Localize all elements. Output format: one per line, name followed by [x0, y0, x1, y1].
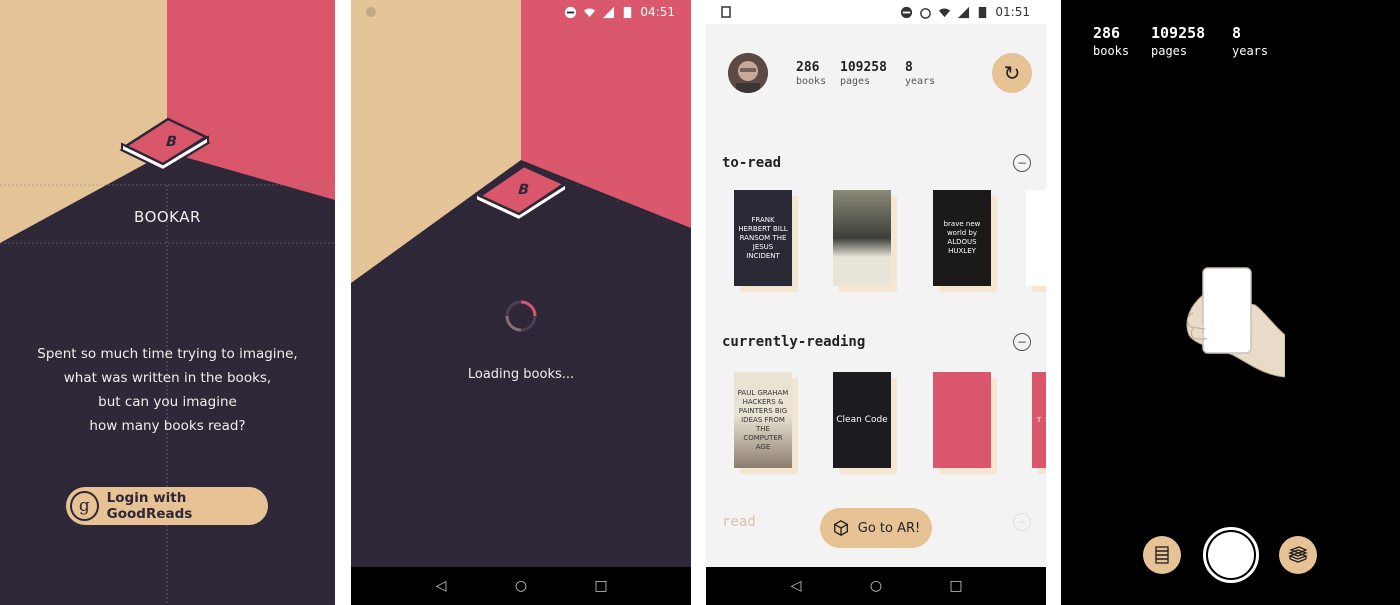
books-label: books [1093, 44, 1130, 58]
books-count: 286 [1093, 24, 1121, 42]
alarm-icon [920, 7, 932, 19]
wifi-icon [939, 8, 951, 17]
dnd-icon [565, 6, 577, 18]
nav-bar: ◁ ○ □ [706, 567, 1046, 605]
book-title: FRANK HERBERT BILL RANSOM THE JESUS INCI… [738, 215, 788, 260]
library-screen: 01:51 286 books 109258 pages 8 years ↻ t… [706, 0, 1046, 605]
book-cover[interactable]: FRANK HERBERT BILL RANSOM THE JESUS INCI… [734, 190, 792, 286]
home-nav-icon[interactable]: ○ [511, 578, 531, 594]
years-label: years [1232, 44, 1269, 58]
books-pile-button[interactable] [1279, 536, 1317, 574]
nav-bar: ◁ ○ □ [351, 567, 691, 605]
book-cover[interactable]: T [1032, 372, 1046, 468]
signal-icon [603, 6, 615, 18]
book-title: brave new world by ALDOUS HUXLEY [943, 220, 981, 255]
hand-holding-phone-icon [1186, 267, 1285, 378]
avatar[interactable] [728, 53, 768, 93]
tagline-line: what was written in the books, [63, 370, 272, 386]
section-title-read: read [722, 514, 756, 530]
recents-nav-icon[interactable]: □ [946, 578, 966, 594]
stat-years: 8 years [905, 60, 935, 87]
section-title-currently-reading: currently-reading [722, 334, 866, 350]
shutter-inner [1208, 532, 1254, 578]
book-title: Clean Code [836, 414, 888, 425]
loading-spinner-icon [505, 300, 537, 332]
pages-count: 109258 [1151, 24, 1206, 42]
login-button-label: Login with GoodReads [106, 490, 193, 522]
stat-books: 286 books [796, 60, 826, 87]
book-cover[interactable]: brave new world by ALDOUS HUXLEY [933, 190, 991, 286]
book-cover[interactable]: PAUL GRAHAM HACKERS & PAINTERS BIG IDEAS… [734, 372, 792, 468]
refresh-button[interactable]: ↻ [992, 53, 1032, 93]
book-title: T [1036, 415, 1042, 424]
book-cover[interactable] [933, 372, 991, 468]
tagline-line: how many books read? [89, 418, 246, 434]
ar-button-label: Go to AR! [857, 520, 921, 536]
stat-pages: 109258 pages [840, 60, 887, 87]
back-nav-icon[interactable]: ◁ [431, 578, 451, 594]
book-title: PAUL GRAHAM HACKERS & PAINTERS BIG IDEAS… [737, 388, 789, 451]
section-title-to-read: to-read [722, 155, 782, 171]
refresh-icon: ↻ [1003, 61, 1021, 85]
books-label: books [796, 76, 827, 87]
tagline: Spent so much time trying to imagine, wh… [0, 342, 335, 438]
pages-label: pages [840, 76, 871, 87]
go-to-ar-button[interactable]: Go to AR! [820, 508, 932, 548]
collapse-currently-reading-icon[interactable]: − [1013, 333, 1031, 351]
app-title: BOOKAR [134, 208, 201, 226]
book-title [1034, 236, 1038, 240]
loading-screen: B 04:51 Loading books... ◁ ○ □ [351, 0, 691, 605]
dnd-icon [901, 6, 913, 18]
tagline-line: Spent so much time trying to imagine, [37, 346, 298, 362]
years-label: years [905, 76, 936, 87]
app-notification-icon [721, 6, 731, 18]
books-stack-icon [1155, 546, 1169, 564]
loading-text: Loading books... [467, 367, 575, 382]
book-title [860, 236, 864, 240]
signal-icon [958, 6, 970, 18]
ar-cube-icon [833, 520, 848, 536]
tagline-line: but can you imagine [98, 394, 237, 410]
pages-label: pages [1151, 44, 1188, 58]
collapse-to-read-icon[interactable]: − [1013, 154, 1031, 172]
status-bar: 04:51 [351, 0, 691, 24]
book-cover[interactable] [1026, 190, 1046, 286]
home-nav-icon[interactable]: ○ [866, 578, 886, 594]
books-count: 286 [796, 60, 820, 75]
status-time: 01:51 [995, 5, 1030, 19]
ar-stat-books: 286 books [1093, 24, 1129, 58]
books-stack-button[interactable] [1143, 536, 1181, 574]
wifi-icon [584, 8, 596, 17]
status-time: 04:51 [640, 5, 675, 19]
goodreads-icon: g [70, 491, 99, 521]
years-count: 8 [1232, 24, 1242, 42]
battery-icon [624, 6, 632, 18]
back-nav-icon[interactable]: ◁ [786, 578, 806, 594]
pages-count: 109258 [840, 60, 887, 75]
ar-screen: 286 books 109258 pages 8 years [1061, 0, 1400, 605]
shutter-button[interactable] [1203, 527, 1259, 583]
login-goodreads-button[interactable]: g Login with GoodReads [66, 487, 268, 525]
app-notification-icon [366, 7, 376, 17]
book-cover[interactable] [833, 190, 891, 286]
status-bar: 01:51 [706, 0, 1046, 24]
ar-stat-years: 8 years [1232, 24, 1268, 58]
user-avatar-icon [728, 53, 768, 93]
ar-stat-pages: 109258 pages [1151, 24, 1205, 58]
book-cover[interactable]: Clean Code [833, 372, 891, 468]
recents-nav-icon[interactable]: □ [591, 578, 611, 594]
book-title [960, 418, 964, 422]
years-count: 8 [905, 60, 913, 75]
books-pile-icon [1288, 546, 1308, 563]
login-screen: B BOOKAR Spent so much time trying to im… [0, 0, 335, 605]
collapse-read-icon[interactable]: − [1013, 513, 1031, 531]
battery-icon [979, 6, 987, 18]
